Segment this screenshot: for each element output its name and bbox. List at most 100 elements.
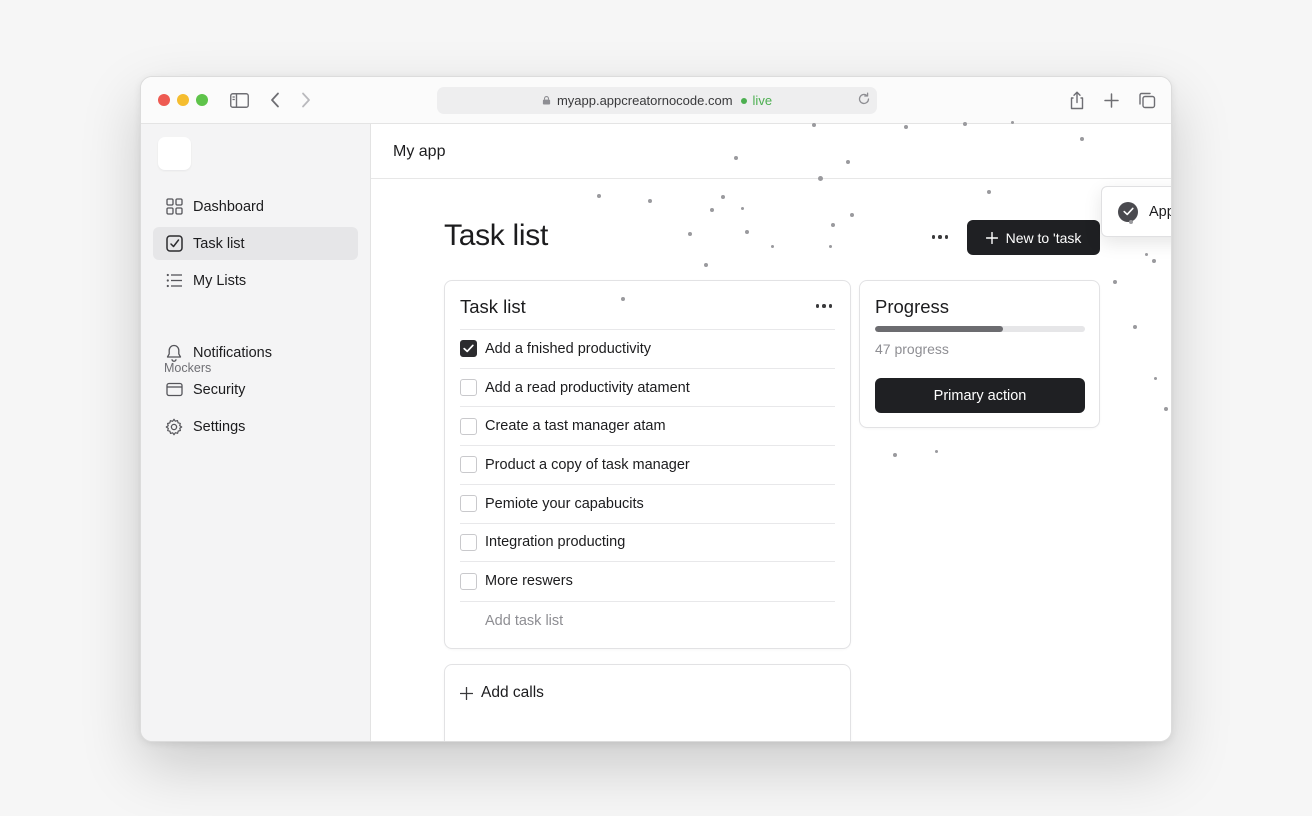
confetti-dot xyxy=(1010,120,1014,124)
reload-icon[interactable] xyxy=(857,92,871,109)
plus-icon xyxy=(985,231,998,244)
toast-message: App published successfully xyxy=(1149,203,1171,220)
task-label: More reswers xyxy=(485,573,573,590)
task-label: Add a read productivity atament xyxy=(485,379,690,396)
confetti-dot xyxy=(1129,220,1133,224)
confetti-dot xyxy=(1113,280,1117,284)
progress-bar-fill xyxy=(875,326,1004,332)
app-header: My app xyxy=(371,124,1171,179)
live-status-label: live xyxy=(752,93,773,108)
confetti-dot xyxy=(817,175,823,181)
confetti-dot xyxy=(812,123,816,127)
task-checkbox[interactable] xyxy=(460,379,477,397)
confetti-dot xyxy=(704,263,708,267)
task-row[interactable]: Create a tast manager atam xyxy=(460,406,835,445)
confetti-dot xyxy=(688,232,692,236)
task-row[interactable]: Integration producting xyxy=(460,522,835,562)
back-icon[interactable] xyxy=(264,89,286,111)
confetti-dot xyxy=(963,122,967,126)
confetti-dot xyxy=(597,194,601,198)
task-checkbox[interactable] xyxy=(460,417,477,435)
progress-bar xyxy=(875,326,1085,332)
sidebar-item-dashboard[interactable]: Dashboard xyxy=(153,190,358,223)
plus-icon xyxy=(460,686,473,700)
task-label: Create a tast manager atam xyxy=(485,418,666,435)
task-list-card-title: Task list xyxy=(460,296,526,317)
confetti-dot xyxy=(740,206,744,210)
sidebar-item-task-list[interactable]: Task list xyxy=(153,227,358,260)
progress-card-title: Progress xyxy=(875,296,950,317)
confetti-dot xyxy=(831,223,835,227)
add-calls-label: Add calls xyxy=(481,684,544,701)
confetti-dot xyxy=(846,160,850,164)
confetti-dot xyxy=(721,195,725,199)
minimize-window-button[interactable] xyxy=(177,94,189,106)
url-text: myapp.appcreatornocode.com xyxy=(556,93,733,108)
task-checkbox-checked[interactable] xyxy=(460,340,477,358)
app-logo[interactable] xyxy=(158,137,191,170)
task-row[interactable]: More reswers xyxy=(460,561,835,600)
add-task-row[interactable]: Add task list xyxy=(460,601,835,640)
primary-action-button[interactable]: Primary action xyxy=(875,378,1085,413)
confetti-dot xyxy=(934,449,938,453)
sidebar-item-label: Notifications xyxy=(193,344,272,361)
task-label: Pemiote your capabucits xyxy=(485,495,644,512)
page-title: Task list xyxy=(444,219,548,252)
sidebar-item-label: Dashboard xyxy=(193,198,264,215)
confetti-dot xyxy=(904,125,908,129)
task-row[interactable]: Pemiote your capabucits xyxy=(460,483,835,523)
share-icon[interactable] xyxy=(1066,89,1088,111)
task-row[interactable]: Add a fnished productivity xyxy=(460,329,835,368)
sidebar-item-label: Task list xyxy=(193,235,245,252)
confetti-dot xyxy=(648,199,652,203)
live-status-dot xyxy=(740,97,747,104)
confetti-dot xyxy=(734,156,738,160)
task-row[interactable]: Product a copy of task manager xyxy=(460,445,835,484)
page-more-button[interactable] xyxy=(927,228,953,246)
confetti-dot xyxy=(850,213,854,217)
task-checkbox[interactable] xyxy=(460,533,477,551)
new-task-button[interactable]: New to 'task xyxy=(967,220,1100,255)
sidebar-item-label: Security xyxy=(193,381,246,398)
task-list-more-button[interactable] xyxy=(815,304,832,308)
new-tab-icon[interactable] xyxy=(1100,89,1122,111)
confetti-dot xyxy=(710,208,714,212)
lock-icon xyxy=(542,96,551,105)
task-label: Add a fnished productivity xyxy=(485,340,652,357)
confetti-dot xyxy=(745,230,749,234)
task-checkbox[interactable] xyxy=(460,572,477,590)
progress-text: 47 progress xyxy=(875,341,949,357)
task-checkbox[interactable] xyxy=(460,456,477,474)
grid-icon xyxy=(165,198,183,216)
task-label: Integration producting xyxy=(485,534,626,551)
sidebar-item-settings[interactable]: Settings xyxy=(153,410,358,443)
tabs-overview-icon[interactable] xyxy=(1136,89,1158,111)
bell-icon xyxy=(165,344,183,362)
confetti-dot xyxy=(770,244,774,248)
card-icon xyxy=(165,381,183,399)
confetti-dot xyxy=(828,244,832,248)
close-window-button[interactable] xyxy=(158,94,170,106)
sidebar-toggle-icon[interactable] xyxy=(228,89,250,111)
task-row[interactable]: Add a read productivity atament xyxy=(460,367,835,407)
confetti-dot xyxy=(1144,252,1148,256)
sidebar: Dashboard Task list My Lists Mockers Not… xyxy=(141,124,371,741)
confetti-dot xyxy=(621,297,625,301)
task-checkbox[interactable] xyxy=(460,495,477,513)
address-bar[interactable]: myapp.appcreatornocode.com live xyxy=(437,87,877,114)
browser-toolbar: myapp.appcreatornocode.com live xyxy=(141,77,1171,124)
checkbox-icon xyxy=(165,235,183,253)
confetti-dot xyxy=(1153,376,1157,380)
forward-icon[interactable] xyxy=(295,89,317,111)
sidebar-item-label: My Lists xyxy=(193,272,247,289)
calls-card: Add calls xyxy=(444,664,851,741)
sidebar-item-security[interactable]: Security xyxy=(153,373,358,406)
zoom-window-button[interactable] xyxy=(196,94,208,106)
list-icon xyxy=(165,272,183,290)
sidebar-item-my-lists[interactable]: My Lists xyxy=(153,264,358,297)
add-calls-button[interactable]: Add calls xyxy=(460,684,544,702)
confetti-dot xyxy=(1080,137,1084,141)
sidebar-item-notifications[interactable]: Notifications xyxy=(153,336,358,369)
progress-card: Progress 47 progress Primary action xyxy=(859,280,1100,428)
gear-icon xyxy=(165,418,183,436)
